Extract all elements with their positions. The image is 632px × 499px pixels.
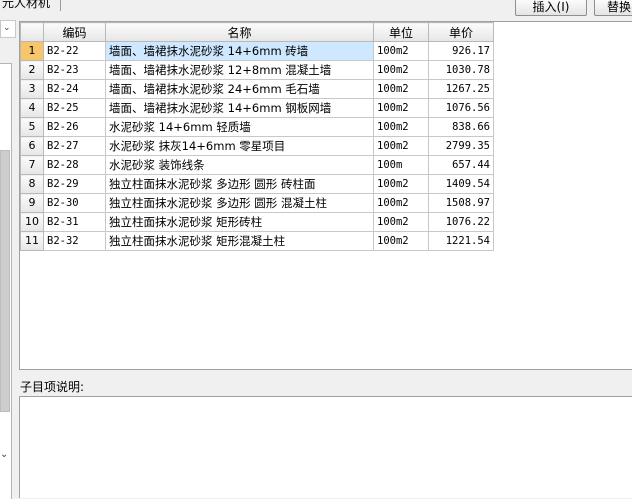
chevron-down-icon: ⌄ xyxy=(3,23,11,33)
cell-code[interactable]: B2-29 xyxy=(43,174,106,194)
row-number[interactable]: 1 xyxy=(20,41,44,61)
cell-code[interactable]: B2-31 xyxy=(43,212,106,232)
cell-unit[interactable]: 100m2 xyxy=(373,41,429,61)
cell-code[interactable]: B2-22 xyxy=(43,41,106,61)
header-rownum xyxy=(20,22,44,42)
cell-code[interactable]: B2-23 xyxy=(43,60,106,80)
row-number[interactable]: 8 xyxy=(20,174,44,194)
cell-price[interactable]: 657.44 xyxy=(428,155,494,175)
cell-name[interactable]: 独立柱面抹水泥砂浆 多边形 圆形 砖柱面 xyxy=(105,174,374,194)
cell-price[interactable]: 838.66 xyxy=(428,117,494,137)
cell-code[interactable]: B2-28 xyxy=(43,155,106,175)
cell-code[interactable]: B2-24 xyxy=(43,79,106,99)
cell-price[interactable]: 1076.56 xyxy=(428,98,494,118)
table-row[interactable]: 8 B2-29 独立柱面抹水泥砂浆 多边形 圆形 砖柱面 100m2 1409.54 xyxy=(20,174,494,194)
cell-unit[interactable]: 100m2 xyxy=(373,193,429,213)
cell-code[interactable]: B2-27 xyxy=(43,136,106,156)
cell-unit[interactable]: 100m2 xyxy=(373,79,429,99)
cell-name[interactable]: 墙面、墙裙抹水泥砂浆 14+6mm 砖墙 xyxy=(105,41,374,61)
table-row[interactable]: 9 B2-30 独立柱面抹水泥砂浆 多边形 圆形 混凝土柱 100m2 1508.97 xyxy=(20,193,494,213)
cell-price[interactable]: 1221.54 xyxy=(428,231,494,251)
cell-price[interactable]: 1409.54 xyxy=(428,174,494,194)
cell-price[interactable]: 926.17 xyxy=(428,41,494,61)
cell-price[interactable]: 1267.25 xyxy=(428,79,494,99)
cell-unit[interactable]: 100m2 xyxy=(373,231,429,251)
table-row[interactable]: 5 B2-26 水泥砂浆 14+6mm 轻质墙 100m2 838.66 xyxy=(20,117,494,137)
replace-button[interactable]: 替换 xyxy=(594,0,632,16)
cell-price[interactable]: 1508.97 xyxy=(428,193,494,213)
cell-name[interactable]: 水泥砂浆 14+6mm 轻质墙 xyxy=(105,117,374,137)
cell-unit[interactable]: 100m2 xyxy=(373,136,429,156)
description-box[interactable] xyxy=(19,396,632,498)
table-row[interactable]: 6 B2-27 水泥砂浆 抹灰14+6mm 零星项目 100m2 2799.35 xyxy=(20,136,494,156)
cell-unit[interactable]: 100m xyxy=(373,155,429,175)
table-header-row: 编码 名称 单位 单价 xyxy=(20,22,494,42)
cell-name[interactable]: 水泥砂浆 抹灰14+6mm 零星项目 xyxy=(105,136,374,156)
header-unit[interactable]: 单位 xyxy=(373,22,429,42)
table-row[interactable]: 2 B2-23 墙面、墙裙抹水泥砂浆 12+8mm 混凝土墙 100m2 1030.78 xyxy=(20,60,494,80)
header-code[interactable]: 编码 xyxy=(43,22,106,42)
cell-name[interactable]: 水泥砂浆 装饰线条 xyxy=(105,155,374,175)
table-row[interactable]: 11 B2-32 独立柱面抹水泥砂浆 矩形混凝土柱 100m2 1221.54 xyxy=(20,231,494,251)
quota-grid[interactable]: 编码 名称 单位 单价 1 B2-22 墙面、墙裙抹水泥砂浆 14+6mm 砖墙 10… xyxy=(19,21,632,370)
cell-price[interactable]: 2799.35 xyxy=(428,136,494,156)
row-number[interactable]: 10 xyxy=(20,212,44,232)
header-price[interactable]: 单价 xyxy=(428,22,494,42)
table-row[interactable]: 7 B2-28 水泥砂浆 装饰线条 100m 657.44 xyxy=(20,155,494,175)
cell-name[interactable]: 独立柱面抹水泥砂浆 多边形 圆形 混凝土柱 xyxy=(105,193,374,213)
table-row[interactable]: 1 B2-22 墙面、墙裙抹水泥砂浆 14+6mm 砖墙 100m2 926.17 xyxy=(20,41,494,61)
cell-price[interactable]: 1076.22 xyxy=(428,212,494,232)
cell-code[interactable]: B2-30 xyxy=(43,193,106,213)
row-number[interactable]: 7 xyxy=(20,155,44,175)
header-name[interactable]: 名称 xyxy=(105,22,374,42)
cell-unit[interactable]: 100m2 xyxy=(373,117,429,137)
description-label: 子目项说明: xyxy=(20,380,85,394)
insert-button[interactable]: 插入(I) xyxy=(515,0,587,16)
quota-table: 编码 名称 单位 单价 1 B2-22 墙面、墙裙抹水泥砂浆 14+6mm 砖墙 10… xyxy=(20,22,494,251)
table-row[interactable]: 10 B2-31 独立柱面抹水泥砂浆 矩形砖柱 100m2 1076.22 xyxy=(20,212,494,232)
cell-name[interactable]: 墙面、墙裙抹水泥砂浆 24+6mm 毛石墙 xyxy=(105,79,374,99)
cell-name[interactable]: 独立柱面抹水泥砂浆 矩形混凝土柱 xyxy=(105,231,374,251)
table-row[interactable]: 4 B2-25 墙面、墙裙抹水泥砂浆 14+6mm 钢板网墙 100m2 1076.56 xyxy=(20,98,494,118)
left-dropdown[interactable]: ⌄ xyxy=(0,20,16,38)
cell-name[interactable]: 墙面、墙裙抹水泥砂浆 14+6mm 钢板网墙 xyxy=(105,98,374,118)
chevron-down-icon[interactable]: ⌄ xyxy=(0,449,8,460)
cell-unit[interactable]: 100m2 xyxy=(373,98,429,118)
cell-price[interactable]: 1030.78 xyxy=(428,60,494,80)
cell-name[interactable]: 独立柱面抹水泥砂浆 矩形砖柱 xyxy=(105,212,374,232)
row-number[interactable]: 11 xyxy=(20,231,44,251)
cell-code[interactable]: B2-26 xyxy=(43,117,106,137)
left-scrollbar-thumb[interactable] xyxy=(0,150,10,412)
row-number[interactable]: 9 xyxy=(20,193,44,213)
cell-unit[interactable]: 100m2 xyxy=(373,212,429,232)
table-row[interactable]: 3 B2-24 墙面、墙裙抹水泥砂浆 24+6mm 毛石墙 100m2 1267.25 xyxy=(20,79,494,99)
row-number[interactable]: 6 xyxy=(20,136,44,156)
row-number[interactable]: 5 xyxy=(20,117,44,137)
cell-name[interactable]: 墙面、墙裙抹水泥砂浆 12+8mm 混凝土墙 xyxy=(105,60,374,80)
row-number[interactable]: 4 xyxy=(20,98,44,118)
row-number[interactable]: 3 xyxy=(20,79,44,99)
cell-code[interactable]: B2-32 xyxy=(43,231,106,251)
left-tree-panel[interactable] xyxy=(0,63,12,499)
cell-unit[interactable]: 100m2 xyxy=(373,60,429,80)
cell-unit[interactable]: 100m2 xyxy=(373,174,429,194)
row-number[interactable]: 2 xyxy=(20,60,44,80)
cell-code[interactable]: B2-25 xyxy=(43,98,106,118)
tab-materials[interactable]: 元人材机 xyxy=(0,0,61,11)
